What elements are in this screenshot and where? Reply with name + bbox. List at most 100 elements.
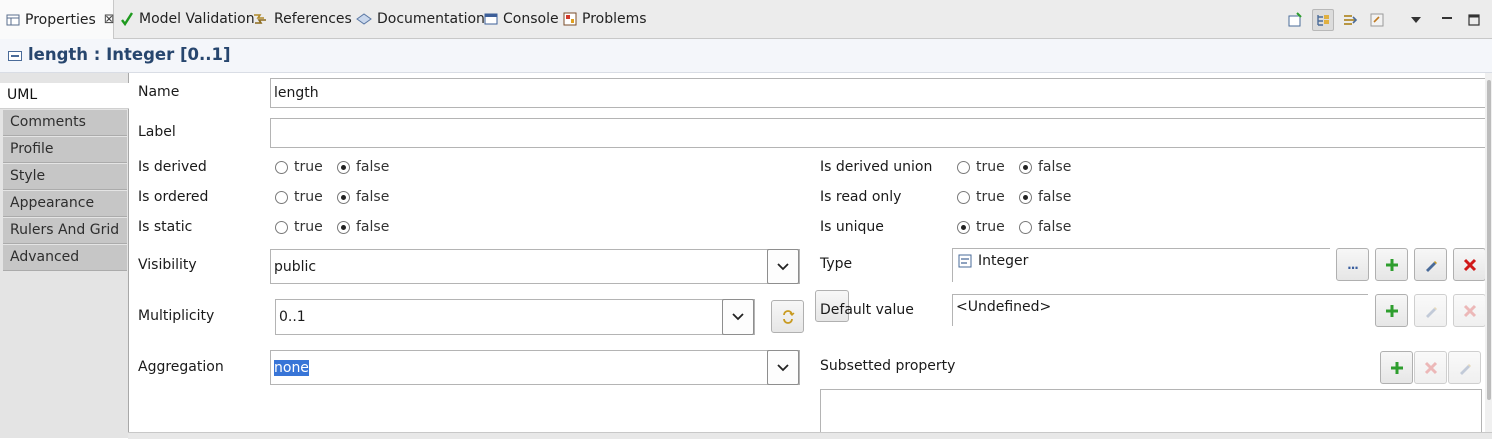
property-icon — [8, 51, 22, 61]
multiplicity-combo[interactable]: 0..1 — [275, 299, 755, 335]
section-tab-advanced[interactable]: Advanced — [3, 245, 127, 271]
section-tab-style[interactable]: Style — [3, 164, 127, 190]
add-icon — [1385, 258, 1398, 271]
multiplicity-value: 0..1 — [279, 309, 306, 325]
add-icon — [1385, 304, 1398, 317]
is-unique-true-radio[interactable]: true — [957, 219, 1005, 235]
label-field[interactable] — [270, 118, 1486, 148]
default-value-label: Default value — [820, 302, 914, 318]
name-label: Name — [138, 84, 180, 100]
edit-type-button[interactable] — [1414, 248, 1447, 281]
switch-multiplicity-editor-button[interactable] — [771, 300, 804, 333]
is-derived-label: Is derived — [138, 159, 207, 175]
tab-label: References — [274, 11, 352, 27]
tab-problems[interactable]: Problems — [563, 0, 647, 38]
scrollbar-thumb[interactable] — [1487, 80, 1491, 400]
name-value: length — [274, 85, 319, 101]
show-categories-icon[interactable] — [1312, 9, 1334, 31]
documentation-icon — [356, 13, 372, 25]
is-static-false-radio[interactable]: false — [337, 219, 389, 235]
tab-properties[interactable]: Properties ⊠ — [0, 0, 115, 39]
properties-icon — [6, 14, 20, 25]
section-tab-profile[interactable]: Profile — [3, 137, 127, 163]
aggregation-value: none — [274, 359, 309, 376]
edit-default-value-button[interactable] — [1414, 294, 1447, 327]
aggregation-label: Aggregation — [138, 359, 224, 375]
show-advanced-icon[interactable] — [1340, 10, 1360, 30]
datatype-icon — [958, 254, 972, 268]
tab-label: Documentation — [377, 11, 485, 27]
tab-label: Console — [503, 11, 559, 27]
section-tab-rulers-and-grid[interactable]: Rulers And Grid — [3, 218, 127, 244]
is-derived-true-radio[interactable]: true — [275, 159, 323, 175]
pencil-icon — [1425, 306, 1437, 318]
view-tab-bar: Properties ⊠ Model Validation References… — [0, 0, 1492, 39]
is-unique-label: Is unique — [820, 219, 884, 235]
delete-type-button[interactable] — [1453, 248, 1486, 281]
add-type-button[interactable] — [1375, 248, 1408, 281]
is-read-only-true-radio[interactable]: true — [957, 189, 1005, 205]
type-field[interactable]: Integer — [952, 248, 1330, 282]
chevron-down-icon[interactable] — [767, 350, 799, 385]
is-unique-false-radio[interactable]: false — [1019, 219, 1071, 235]
type-label: Type — [820, 256, 853, 272]
view-menu-icon[interactable] — [1406, 10, 1426, 30]
type-value: Integer — [978, 253, 1029, 269]
aggregation-combo[interactable]: none — [270, 350, 800, 385]
add-subsetted-property-button[interactable] — [1380, 351, 1413, 384]
is-ordered-true-radio[interactable]: true — [275, 189, 323, 205]
delete-icon — [1463, 304, 1476, 317]
pencil-icon — [1425, 260, 1437, 272]
add-icon — [1390, 361, 1403, 374]
element-title: length : Integer [0..1] — [28, 45, 231, 64]
visibility-value: public — [274, 258, 317, 275]
maximize-icon[interactable] — [1464, 10, 1484, 30]
name-field[interactable]: length — [270, 78, 1486, 108]
checkmark-icon — [121, 12, 134, 26]
subsetted-property-label: Subsetted property — [820, 358, 956, 374]
close-icon[interactable]: ⊠ — [104, 12, 115, 27]
section-tab-uml[interactable]: UML — [0, 83, 129, 109]
is-ordered-false-radio[interactable]: false — [337, 189, 389, 205]
chevron-down-icon[interactable] — [767, 249, 799, 284]
visibility-combo[interactable]: public — [270, 249, 800, 284]
restore-default-icon[interactable] — [1367, 10, 1387, 30]
is-derived-union-label: Is derived union — [820, 159, 933, 175]
chevron-down-icon[interactable] — [722, 299, 754, 335]
is-read-only-false-radio[interactable]: false — [1019, 189, 1071, 205]
problems-icon — [563, 12, 577, 26]
default-value-field[interactable]: <Undefined> — [952, 294, 1368, 326]
tab-documentation[interactable]: Documentation — [356, 0, 485, 38]
console-icon — [484, 13, 498, 25]
visibility-label: Visibility — [138, 257, 197, 273]
section-tab-appearance[interactable]: Appearance — [3, 191, 127, 217]
edit-subsetted-property-button[interactable] — [1448, 351, 1481, 384]
ellipsis-icon: ... — [1347, 257, 1359, 272]
tab-model-validation[interactable]: Model Validation — [120, 0, 255, 38]
browse-type-button[interactable]: ... — [1336, 248, 1369, 281]
element-title-bar: length : Integer [0..1] — [0, 39, 1492, 73]
label-label: Label — [138, 124, 176, 140]
delete-icon — [1424, 361, 1437, 374]
remove-subsetted-property-button[interactable] — [1414, 351, 1447, 384]
tab-console[interactable]: Console — [484, 0, 559, 38]
is-ordered-label: Is ordered — [138, 189, 209, 205]
is-static-true-radio[interactable]: true — [275, 219, 323, 235]
tab-label: Problems — [582, 11, 647, 27]
section-tab-comments[interactable]: Comments — [3, 110, 127, 136]
is-derived-union-false-radio[interactable]: false — [1019, 159, 1071, 175]
is-static-label: Is static — [138, 219, 193, 235]
references-icon — [254, 14, 266, 24]
new-view-icon[interactable] — [1285, 10, 1305, 30]
is-derived-union-true-radio[interactable]: true — [957, 159, 1005, 175]
add-default-value-button[interactable] — [1375, 294, 1408, 327]
subsetted-property-list[interactable] — [820, 389, 1482, 433]
minimize-icon[interactable] — [1437, 10, 1457, 30]
switch-editor-icon — [782, 309, 794, 324]
tab-references[interactable]: References — [253, 0, 352, 38]
default-value-value: <Undefined> — [956, 299, 1052, 315]
delete-icon — [1463, 258, 1476, 271]
is-derived-false-radio[interactable]: false — [337, 159, 389, 175]
section-tab-list: UML Comments Profile Style Appearance Ru… — [0, 73, 129, 438]
delete-default-value-button[interactable] — [1453, 294, 1486, 327]
